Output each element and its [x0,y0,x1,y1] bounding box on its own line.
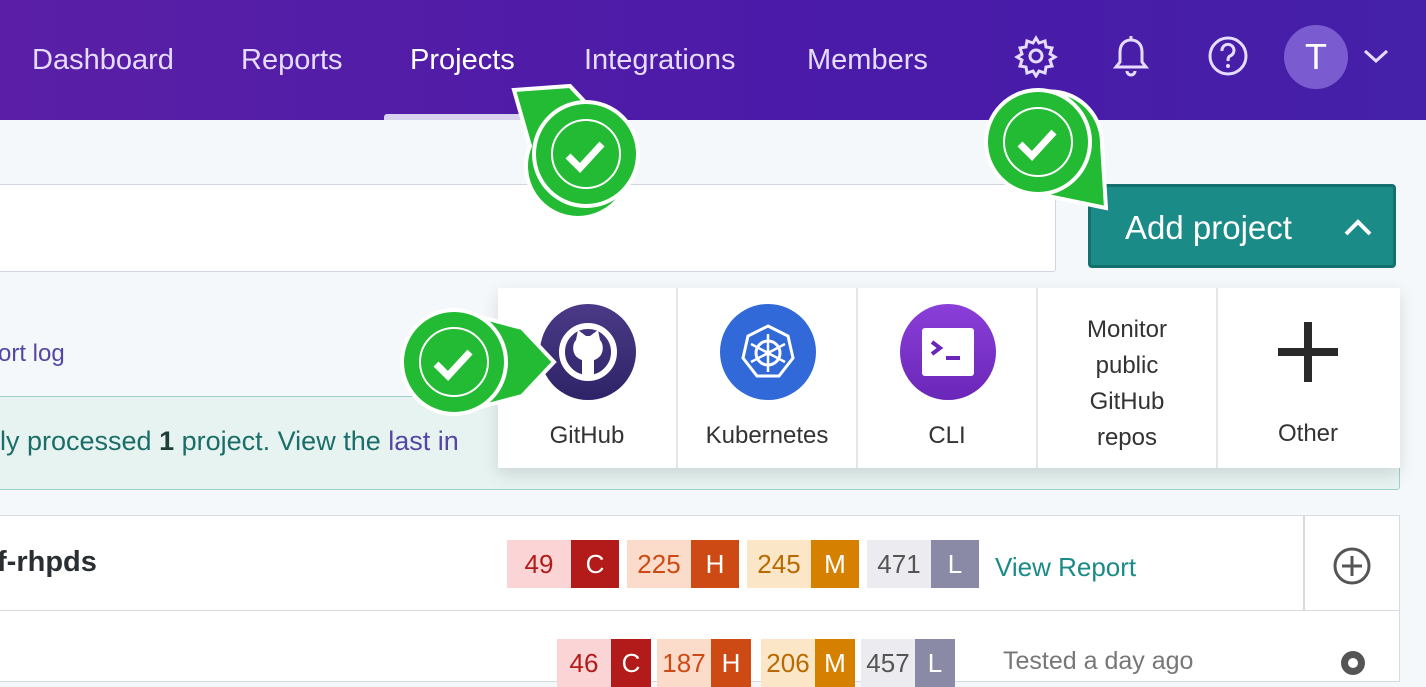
checkmark-marker-icon [984,88,1109,211]
checkmark-marker-icon [511,83,640,216]
gear-icon[interactable] [1014,34,1058,78]
monitor-line-3: GitHub [1089,388,1165,415]
critical-badge: C [571,540,619,588]
banner-message: ly processed 1 project. View the last in [0,426,459,457]
chevron-down-icon[interactable] [1362,44,1390,68]
nav-members[interactable]: Members [807,40,928,80]
add-project-label: Add project [1125,209,1292,246]
gear-icon[interactable] [1333,643,1373,683]
dropdown-label-github: GitHub [549,422,625,449]
add-project-button[interactable]: Add project [1088,184,1396,268]
nav-integrations[interactable]: Integrations [584,40,736,80]
dropdown-label-kubernetes: Kubernetes [705,422,829,449]
monitor-line-4: repos [1096,424,1158,451]
low-count: 471 [867,540,931,588]
medium-badge: M [811,540,859,588]
critical-count: 46 [557,639,611,687]
row-divider [1303,516,1305,610]
low-badge: L [931,540,979,588]
high-count: 225 [627,540,691,588]
monitor-line-1: Monitor [1086,316,1168,343]
low-count: 457 [861,639,915,687]
kubernetes-icon [720,304,816,400]
help-icon[interactable] [1206,34,1250,78]
dropdown-item-kubernetes[interactable]: Kubernetes [678,288,858,468]
plus-icon [1278,322,1338,382]
nav-reports[interactable]: Reports [241,40,343,80]
banner-prefix: ly processed [0,426,160,456]
nav-projects[interactable]: Projects [410,40,515,80]
top-navigation-bar: Dashboard Reports Projects Integrations … [0,0,1426,120]
critical-count: 49 [507,540,571,588]
view-report-link[interactable]: View Report [995,552,1136,583]
project-name[interactable]: f-rhpds [0,546,97,579]
chevron-up-icon [1344,219,1372,236]
avatar[interactable]: T [1284,25,1348,89]
banner-count: 1 [159,426,175,456]
medium-count: 245 [747,540,811,588]
monitor-line-2: public [1095,352,1159,379]
medium-count: 206 [761,639,815,687]
banner-link[interactable]: last in [388,426,459,456]
medium-badge: M [815,639,855,687]
dropdown-label-other: Other [1277,420,1339,447]
high-badge: H [711,639,751,687]
bell-icon[interactable] [1109,34,1153,78]
tested-timestamp: Tested a day ago [1003,647,1194,675]
dropdown-label-cli: CLI [928,422,966,449]
nav-dashboard[interactable]: Dashboard [32,40,174,80]
dropdown-label-monitor-public-repos: Monitor public GitHub repos [1038,312,1216,456]
critical-badge: C [611,639,651,687]
terminal-icon [900,304,996,400]
add-circle-icon[interactable] [1332,546,1372,586]
dropdown-item-other[interactable]: Other [1218,288,1398,468]
checkmark-marker-icon [400,307,557,417]
add-project-dropdown: GitHub Kubernetes CLI Monitor public Git… [498,288,1400,468]
import-log-link[interactable]: ort log [0,340,65,368]
dropdown-item-cli[interactable]: CLI [858,288,1038,468]
project-row[interactable]: f-rhpds 49 C 225 H 245 M 471 L View Repo… [0,515,1400,611]
banner-middle: project. View the [174,426,389,456]
project-row[interactable]: 46 C 187 H 206 M 457 L Tested a day ago [0,610,1400,687]
high-count: 187 [657,639,711,687]
dropdown-item-monitor-public-repos[interactable]: Monitor public GitHub repos [1038,288,1218,468]
high-badge: H [691,540,739,588]
low-badge: L [915,639,955,687]
